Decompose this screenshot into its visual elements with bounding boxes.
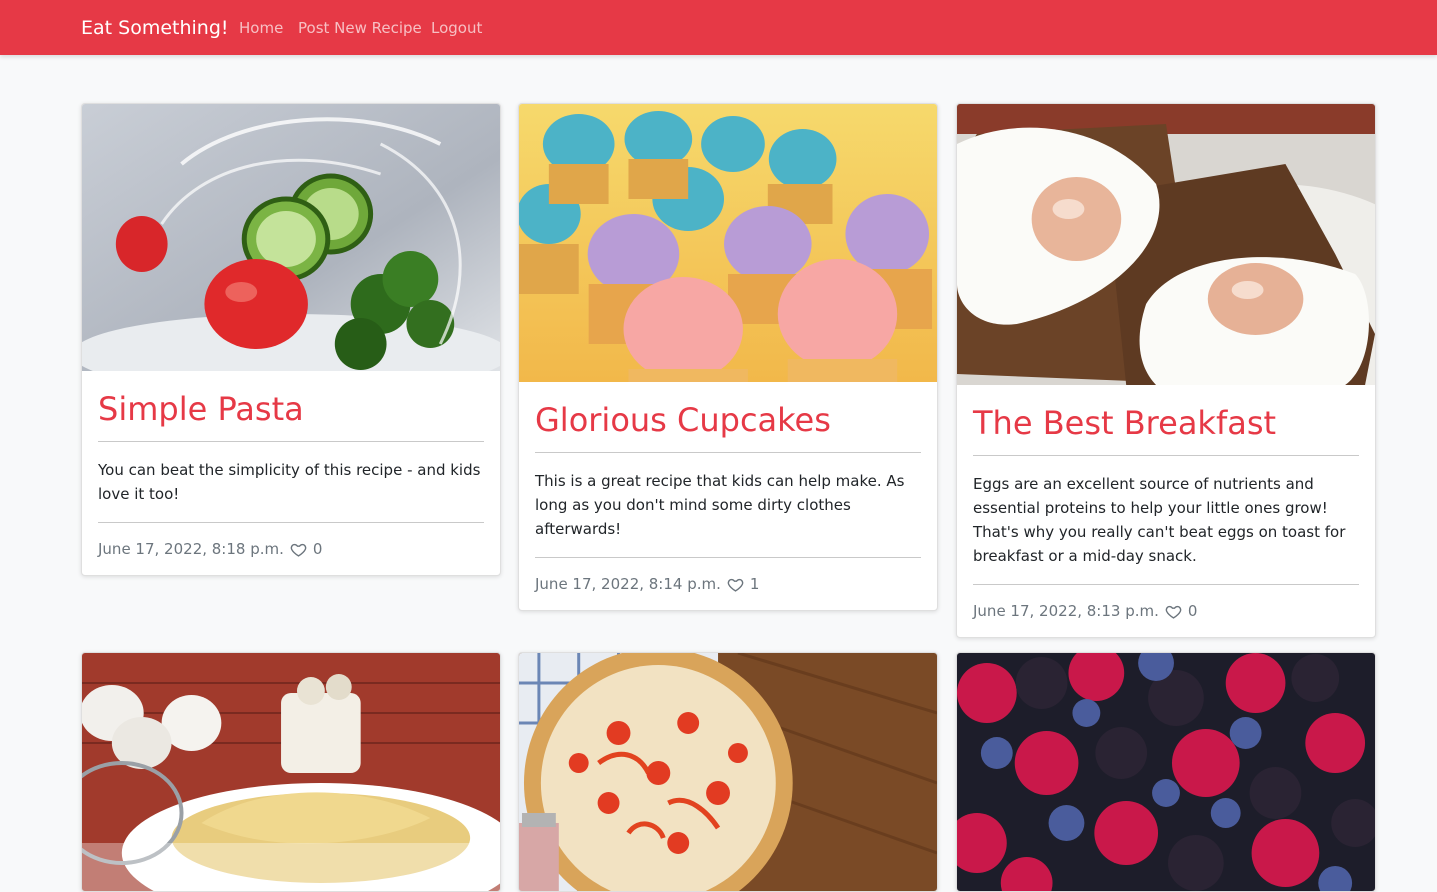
recipe-title[interactable]: Simple Pasta xyxy=(98,389,484,442)
recipe-card[interactable] xyxy=(956,652,1376,892)
heart-icon[interactable] xyxy=(727,576,744,593)
recipe-date: June 17, 2022, 8:14 p.m. xyxy=(535,575,721,593)
heart-icon[interactable] xyxy=(290,541,307,558)
recipe-card[interactable]: The Best Breakfast Eggs are an excellent… xyxy=(956,103,1376,638)
brand-link[interactable]: Eat Something! xyxy=(81,15,229,41)
recipe-date: June 17, 2022, 8:13 p.m. xyxy=(973,602,1159,620)
recipe-image-eggs-toast[interactable] xyxy=(957,104,1375,385)
recipe-description: This is a great recipe that kids can hel… xyxy=(535,453,921,558)
recipe-description: Eggs are an excellent source of nutrient… xyxy=(973,456,1359,585)
like-count: 0 xyxy=(1187,602,1198,620)
recipe-meta: June 17, 2022, 8:18 p.m. 0 xyxy=(98,523,484,575)
recipe-card[interactable] xyxy=(81,652,501,892)
recipe-meta: June 17, 2022, 8:13 p.m. 0 xyxy=(973,585,1359,637)
like-count: 1 xyxy=(749,575,760,593)
recipe-image-crepes[interactable] xyxy=(82,653,500,891)
recipe-image-berries[interactable] xyxy=(957,653,1375,891)
recipe-meta: June 17, 2022, 8:14 p.m. 1 xyxy=(535,558,921,610)
recipe-description: You can beat the simplicity of this reci… xyxy=(98,442,484,523)
heart-icon[interactable] xyxy=(1165,603,1182,620)
nav-logout-link[interactable]: Logout xyxy=(431,18,482,38)
recipe-image-vegetables[interactable] xyxy=(82,104,500,371)
nav-home-link[interactable]: Home xyxy=(239,18,283,38)
recipe-card[interactable] xyxy=(518,652,938,892)
recipe-image-cupcakes[interactable] xyxy=(519,104,937,382)
recipe-date: June 17, 2022, 8:18 p.m. xyxy=(98,540,284,558)
recipe-image-pizza[interactable] xyxy=(519,653,937,891)
recipe-title[interactable]: Glorious Cupcakes xyxy=(535,400,921,453)
like-count: 0 xyxy=(312,540,323,558)
recipe-card[interactable]: Glorious Cupcakes This is a great recipe… xyxy=(518,103,938,611)
recipe-card[interactable]: Simple Pasta You can beat the simplicity… xyxy=(81,103,501,576)
nav-post-recipe-link[interactable]: Post New Recipe xyxy=(298,18,422,38)
recipe-title[interactable]: The Best Breakfast xyxy=(973,403,1359,456)
navbar: Eat Something! Home Post New Recipe Logo… xyxy=(0,0,1437,55)
